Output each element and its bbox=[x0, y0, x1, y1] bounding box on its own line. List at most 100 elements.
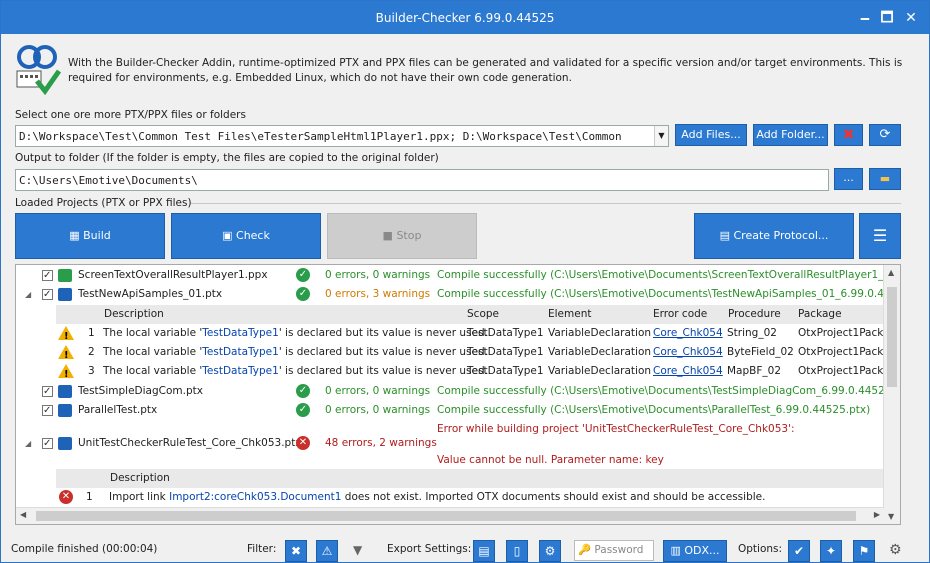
import-link[interactable]: Import2:coreChk053.Document1 bbox=[169, 491, 341, 503]
filter-label: Filter: bbox=[247, 543, 277, 555]
project-result: Compile successfully (C:\Users\Emotive\D… bbox=[437, 385, 901, 397]
create-protocol-button[interactable]: ▤ Create Protocol... bbox=[694, 213, 854, 259]
add-settings-icon[interactable]: ⚙ bbox=[889, 542, 902, 558]
col-procedure[interactable]: Procedure bbox=[728, 305, 781, 324]
error-code-link[interactable]: Core_Chk054 bbox=[653, 324, 723, 343]
warning-icon bbox=[58, 364, 74, 384]
success-icon: ✓ bbox=[296, 287, 310, 301]
project-checkbox[interactable] bbox=[42, 285, 53, 304]
minimize-button[interactable]: 🗕 bbox=[854, 7, 876, 29]
options-label: Options: bbox=[738, 543, 783, 555]
project-result: Compile successfully (C:\Users\Emotive\D… bbox=[437, 269, 901, 281]
scroll-right-icon[interactable]: ▶ bbox=[874, 510, 880, 519]
project-checkbox[interactable] bbox=[42, 434, 53, 453]
col-scope[interactable]: Scope bbox=[467, 305, 499, 324]
view-protocol-icon[interactable]: ☰ bbox=[859, 213, 901, 259]
project-result-detail: Value cannot be null. Parameter name: ke… bbox=[437, 454, 664, 466]
expand-icon[interactable]: ◢ bbox=[25, 285, 31, 304]
error-icon: ✕ bbox=[59, 490, 73, 504]
files-input[interactable]: D:\Workspace\Test\Common Test Files\eTes… bbox=[15, 125, 669, 147]
warning-icon bbox=[58, 326, 74, 346]
status-text: Compile finished (00:00:04) bbox=[11, 543, 158, 555]
project-name: ScreenTextOverallResultPlayer1.ppx bbox=[78, 269, 268, 281]
table-row[interactable]: 3 The local variable 'TestDataType1' is … bbox=[56, 362, 900, 384]
export-settings-label: Export Settings: bbox=[387, 543, 472, 555]
loaded-projects-label: Loaded Projects (PTX or PPX files) bbox=[15, 197, 192, 209]
project-result: Compile successfully (C:\Users\Emotive\D… bbox=[437, 288, 901, 300]
project-row[interactable]: ScreenTextOverallResultPlayer1.ppx ✓ 0 e… bbox=[16, 266, 900, 285]
output-folder-label: Output to folder (If the folder is empty… bbox=[15, 152, 439, 164]
check-button[interactable]: ▣ Check bbox=[171, 213, 321, 259]
odx-icon: ▥ bbox=[670, 544, 685, 557]
project-row[interactable]: ◢ TestNewApiSamples_01.ptx ✓ 0 errors, 3… bbox=[16, 285, 900, 304]
export-file-icon[interactable]: ▯ bbox=[506, 540, 528, 562]
open-folder-icon[interactable]: ▬ bbox=[869, 168, 901, 190]
scroll-up-icon[interactable]: ▲ bbox=[888, 268, 894, 277]
warnings-table-header: Description Scope Element Error code Pro… bbox=[56, 305, 884, 324]
project-result: Compile successfully (C:\Users\Emotive\D… bbox=[437, 404, 871, 416]
scroll-left-icon[interactable]: ◀ bbox=[20, 510, 26, 519]
add-folder-button[interactable]: Add Folder... bbox=[753, 124, 828, 146]
project-checkbox[interactable] bbox=[42, 401, 53, 420]
error-icon: ✕ bbox=[296, 436, 310, 450]
browse-button[interactable]: ... bbox=[834, 168, 863, 190]
projects-tree: ScreenTextOverallResultPlayer1.ppx ✓ 0 e… bbox=[15, 264, 901, 525]
project-name: UnitTestCheckerRuleTest_Core_Chk053.ptx bbox=[78, 437, 302, 449]
col-description[interactable]: Description bbox=[104, 305, 164, 324]
error-code-link[interactable]: Core_Chk054 bbox=[653, 362, 723, 381]
filter-warnings-icon[interactable]: ⚠ bbox=[316, 540, 338, 562]
export-settings-icon[interactable]: ⚙ bbox=[539, 540, 561, 562]
build-button[interactable]: ▦ Build bbox=[15, 213, 165, 259]
options-flag-icon[interactable]: ⚑ bbox=[853, 540, 875, 562]
project-row[interactable]: ParallelTest.ptx ✓ 0 errors, 0 warnings … bbox=[16, 401, 884, 420]
remove-icon[interactable]: ✖ bbox=[834, 124, 863, 146]
project-checkbox[interactable] bbox=[42, 266, 53, 285]
check-icon: ▣ bbox=[222, 229, 237, 242]
stop-icon: ■ bbox=[382, 229, 397, 242]
options-check-icon[interactable]: ✔ bbox=[788, 540, 810, 562]
filter-errors-icon[interactable]: ✖ bbox=[285, 540, 307, 562]
col-description[interactable]: Description bbox=[110, 469, 170, 488]
intro-text: With the Builder-Checker Addin, runtime-… bbox=[68, 57, 903, 84]
project-summary: 0 errors, 0 warnings bbox=[325, 385, 431, 397]
horizontal-scrollbar[interactable]: ◀ ▶ bbox=[16, 507, 884, 524]
success-icon: ✓ bbox=[296, 268, 310, 282]
col-error-code[interactable]: Error code bbox=[653, 305, 707, 324]
close-button[interactable]: ✕ bbox=[900, 7, 922, 29]
col-element[interactable]: Element bbox=[548, 305, 591, 324]
scroll-thumb[interactable] bbox=[887, 287, 897, 387]
odx-button[interactable]: ▥ ODX... bbox=[663, 540, 727, 562]
project-checkbox[interactable] bbox=[42, 382, 53, 401]
ppx-file-icon bbox=[58, 269, 72, 282]
select-files-label: Select one ore more PTX/PPX files or fol… bbox=[15, 109, 246, 121]
funnel-icon[interactable]: ▼ bbox=[353, 543, 362, 557]
project-summary: 0 errors, 0 warnings bbox=[325, 269, 431, 281]
refresh-icon[interactable]: ⟳ bbox=[869, 124, 901, 146]
scroll-thumb[interactable] bbox=[36, 511, 856, 521]
maximize-button[interactable]: 🗖 bbox=[876, 7, 898, 29]
vertical-scrollbar[interactable]: ▲ ▼ bbox=[883, 265, 900, 524]
files-dropdown-icon[interactable]: ▼ bbox=[654, 126, 668, 146]
ptx-file-icon bbox=[58, 385, 72, 398]
project-summary: 0 errors, 0 warnings bbox=[325, 404, 431, 416]
options-magic-icon[interactable]: ✦ bbox=[820, 540, 842, 562]
col-package[interactable]: Package bbox=[798, 305, 842, 324]
password-button[interactable]: 🔑 Password bbox=[574, 540, 654, 561]
add-files-button[interactable]: Add Files... bbox=[675, 124, 747, 146]
window-title: Builder-Checker 6.99.0.44525 bbox=[375, 11, 555, 25]
error-code-link[interactable]: Core_Chk054 bbox=[653, 343, 723, 362]
build-icon: ▦ bbox=[69, 229, 84, 242]
output-folder-input[interactable]: C:\Users\Emotive\Documents\ bbox=[15, 169, 829, 191]
table-row[interactable]: 1 The local variable 'TestDataType1' is … bbox=[56, 324, 900, 346]
success-icon: ✓ bbox=[296, 403, 310, 417]
errors-table-header: Description bbox=[56, 469, 884, 488]
stop-button[interactable]: ■ Stop bbox=[327, 213, 477, 259]
project-summary: 0 errors, 3 warnings bbox=[325, 288, 431, 300]
project-row[interactable]: TestSimpleDiagCom.ptx ✓ 0 errors, 0 warn… bbox=[16, 382, 900, 401]
scroll-down-icon[interactable]: ▼ bbox=[888, 512, 894, 521]
table-row[interactable]: 2 The local variable 'TestDataType1' is … bbox=[56, 343, 900, 365]
table-row[interactable]: ✕ 1 Import link Import2:coreChk053.Docum… bbox=[56, 488, 900, 507]
key-icon: 🔑 bbox=[578, 544, 595, 556]
expand-icon[interactable]: ◢ bbox=[25, 434, 31, 453]
export-csharp-icon[interactable]: ▤ bbox=[473, 540, 495, 562]
